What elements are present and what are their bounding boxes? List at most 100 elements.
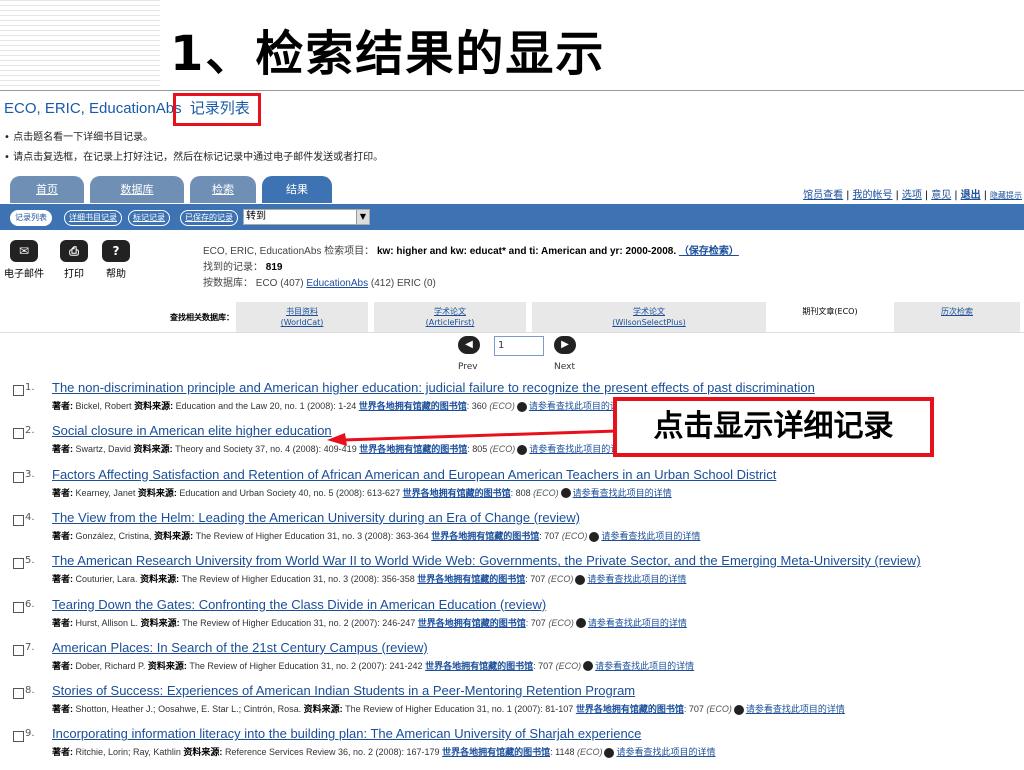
worldcat-libraries-link[interactable]: 世界各地拥有馆藏的图书馆 xyxy=(442,747,550,757)
result-title-link[interactable]: The non-discrimination principle and Ame… xyxy=(52,380,815,395)
result-number: 1. xyxy=(25,382,35,393)
info-icon xyxy=(589,531,600,542)
library-count: 808 xyxy=(515,487,531,498)
subtab-marked-records[interactable]: 标记记录 xyxy=(128,210,170,226)
link-exit[interactable]: 退出 xyxy=(961,190,981,201)
result-checkbox[interactable] xyxy=(13,428,24,440)
library-count: 707 xyxy=(530,574,546,585)
related-wilsonselectplus[interactable]: 学术论文 (WilsonSelectPlus) xyxy=(532,302,766,332)
info-icon xyxy=(575,574,586,585)
result-meta: 著者: Bickel, Robert 资料来源: Education and t… xyxy=(52,401,628,412)
result-source: Education and Urban Society 40, no. 5 (2… xyxy=(179,487,401,498)
result-meta: 著者: González, Cristina, 资料来源: The Review… xyxy=(52,530,701,542)
related-worldcat[interactable]: 书目资料 (WorldCat) xyxy=(236,302,368,332)
result-checkbox[interactable] xyxy=(13,514,24,526)
result-number: 7. xyxy=(25,641,35,653)
result-title-link[interactable]: Incorporating information literacy into … xyxy=(52,726,641,741)
goto-select[interactable]: 转到 ▼ xyxy=(243,209,370,225)
info-icon xyxy=(575,618,586,629)
find-item-link[interactable]: 请参看查找此项目的详情 xyxy=(616,747,715,757)
related-databases: 查找相关数据库： 书目资料 (WorldCat) 学术论文 (ArticleFirs… xyxy=(0,302,1024,333)
result-row: 6. Tearing Down the Gates: Confronting th… xyxy=(0,597,1024,641)
slide-decoration xyxy=(0,0,160,90)
result-meta: 著者: Shotton, Heather J.; Oosahwe, E. Sta… xyxy=(52,704,845,715)
worldcat-libraries-link[interactable]: 世界各地拥有馆藏的图书馆 xyxy=(403,488,511,498)
find-item-link[interactable]: 请参看查找此项目的详情 xyxy=(588,618,687,628)
subtab-record-list[interactable]: 记录列表 xyxy=(10,210,52,226)
link-hide-tips[interactable]: 隐藏提示 xyxy=(990,191,1022,200)
account-links: 馆员查看 | 我的帐号 | 选项 | 意见 | 退出 | 隐藏提示 xyxy=(803,190,1022,201)
result-title-link[interactable]: The American Research University from Wo… xyxy=(52,553,921,568)
find-item-link[interactable]: 请参看查找此项目的详情 xyxy=(601,531,700,541)
tab-databases[interactable]: 数据库 xyxy=(90,176,184,203)
result-row: 7. American Places: In Search of the 21st… xyxy=(0,640,1024,684)
link-my-account[interactable]: 我的帐号 xyxy=(853,190,893,201)
result-author: Shotton, Heather J.; Oosahwe, E. Star L.… xyxy=(75,704,302,715)
find-item-link[interactable]: 请参看查找此项目的详情 xyxy=(573,488,672,498)
result-author: González, Cristina, xyxy=(75,530,152,541)
found-count: 819 xyxy=(265,262,283,273)
related-articlefirst[interactable]: 学术论文 (ArticleFirst) xyxy=(374,302,526,332)
result-meta: 著者: Couturier, Lara. 资料来源: The Review of… xyxy=(52,574,687,585)
library-count: 707 xyxy=(688,704,704,715)
result-author: Hurst, Allison L. xyxy=(75,617,139,628)
tab-home[interactable]: 首页 xyxy=(10,176,84,203)
worldcat-libraries-link[interactable]: 世界各地拥有馆藏的图书馆 xyxy=(359,401,467,411)
result-checkbox[interactable] xyxy=(13,558,24,570)
subtab-detailed-record[interactable]: 详细书目记录 xyxy=(64,210,122,226)
result-title-link[interactable]: Tearing Down the Gates: Confronting the … xyxy=(52,597,546,612)
find-item-link[interactable]: 请参看查找此项目的详情 xyxy=(595,661,694,671)
result-checkbox[interactable] xyxy=(13,731,24,743)
result-checkbox[interactable] xyxy=(13,644,24,656)
search-query: kw: higher and kw: educat* and ti: Ameri… xyxy=(376,246,677,257)
result-source: Education and the Law 20, no. 1 (2008): … xyxy=(175,401,357,411)
tab-results[interactable]: 结果 xyxy=(262,176,332,203)
tab-search[interactable]: 检索 xyxy=(190,176,256,203)
result-checkbox[interactable] xyxy=(13,601,24,613)
callout-arrow xyxy=(327,429,617,446)
instruction-item: • 点击题名看一下详细书目记录。 xyxy=(4,132,154,143)
result-title-link[interactable]: Social closure in American elite higher … xyxy=(52,423,332,438)
link-options[interactable]: 选项 xyxy=(902,190,922,201)
find-item-link[interactable]: 请参看查找此项目的详情 xyxy=(746,704,845,714)
result-title-link[interactable]: American Places: In Search of the 21st C… xyxy=(52,640,428,655)
link-comments[interactable]: 意见 xyxy=(931,190,951,201)
educationabs-link[interactable]: EducationAbs xyxy=(306,278,368,289)
link-staff-view[interactable]: 馆员查看 xyxy=(803,190,843,201)
result-checkbox[interactable] xyxy=(13,385,24,396)
subtab-saved-records[interactable]: 已保存的记录 xyxy=(180,210,238,226)
prev-button[interactable]: ◀ xyxy=(458,336,480,354)
result-title-link[interactable]: Factors Affecting Satisfaction and Reten… xyxy=(52,467,776,482)
library-count: 707 xyxy=(544,530,560,541)
result-title-link[interactable]: The View from the Helm: Leading the Amer… xyxy=(52,510,580,525)
next-button[interactable]: ▶ xyxy=(554,336,576,354)
worldcat-libraries-link[interactable]: 世界各地拥有馆藏的图书馆 xyxy=(431,531,539,541)
result-source: The Review of Higher Education 31, no. 3… xyxy=(181,574,415,585)
result-meta: 著者: Ritchie, Lorin; Ray, Kathlin 资料来源: R… xyxy=(52,747,716,759)
result-row: 5. The American Research University from … xyxy=(0,553,1024,597)
worldcat-libraries-link[interactable]: 世界各地拥有馆藏的图书馆 xyxy=(425,661,533,671)
page-input[interactable]: 1 xyxy=(494,336,544,356)
main-nav: 首页 数据库 检索 结果 馆员查看 | 我的帐号 | 选项 | 意见 | 退出 | 隐藏提示 xyxy=(0,176,1024,204)
result-checkbox[interactable] xyxy=(13,688,24,700)
result-author: Ritchie, Lorin; Ray, Kathlin xyxy=(75,747,181,758)
email-tool[interactable]: ✉ 电子邮件 xyxy=(4,240,44,280)
related-history[interactable]: 历次检索 xyxy=(894,302,1020,332)
result-source: The Review of Higher Education 31, no. 1… xyxy=(345,704,574,715)
result-source: The Review of Higher Education 31, no. 3… xyxy=(195,530,429,541)
result-author: Kearney, Janet xyxy=(75,487,136,498)
worldcat-libraries-link[interactable]: 世界各地拥有馆藏的图书馆 xyxy=(417,574,525,584)
worldcat-libraries-link[interactable]: 世界各地拥有馆藏的图书馆 xyxy=(418,618,526,628)
worldcat-libraries-link[interactable]: 世界各地拥有馆藏的图书馆 xyxy=(576,704,684,714)
callout-box: 点击显示详细记录 xyxy=(613,397,934,457)
find-item-link[interactable]: 请参看查找此项目的详情 xyxy=(587,574,686,584)
print-tool[interactable]: ⎙ 打印 xyxy=(60,240,88,280)
save-search-link[interactable]: （保存检索） xyxy=(679,246,739,257)
instructions: • 点击题名看一下详细书目记录。 • 请点击复选框，在记录上打好注记，然后在标记… xyxy=(4,128,383,168)
prev-label: Prev xyxy=(458,362,478,372)
result-checkbox[interactable] xyxy=(13,471,24,483)
result-author: Couturier, Lara. xyxy=(75,574,138,585)
info-icon xyxy=(516,401,527,412)
result-title-link[interactable]: Stories of Success: Experiences of Ameri… xyxy=(52,683,635,698)
help-tool[interactable]: ? 帮助 xyxy=(102,240,130,280)
